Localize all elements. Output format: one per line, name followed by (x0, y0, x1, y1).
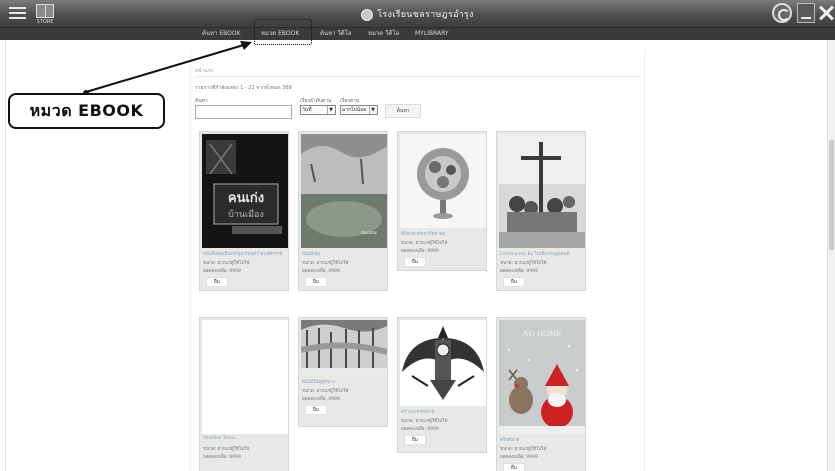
minimize-icon[interactable] (797, 3, 815, 23)
svg-text:ปัณณ์ณัฐ: ปัณณ์ณัฐ (361, 230, 377, 235)
borrow-button[interactable]: ยืม (305, 405, 327, 415)
borrow-button[interactable]: ยืม (305, 277, 327, 287)
nav-item-video-category[interactable]: หมวด วีดีโอ (368, 29, 399, 39)
search-input[interactable] (195, 105, 292, 119)
book-title[interactable]: ปัณณ์ณัฐ (302, 250, 320, 257)
book-title[interactable]: Mobilize Takes (203, 436, 235, 441)
sort-select[interactable]: วันที่ ▼ (300, 105, 336, 115)
order-select[interactable]: มากไปน้อย ▼ (340, 105, 378, 115)
book-card[interactable]: คนเก่ง บ้านเมือง หนังสือคนเมืองลำพูนเรีย… (199, 131, 289, 291)
book-stock: ยอดคงเหลือ: 9999 (302, 269, 340, 274)
cover-text: NO HOME (522, 330, 561, 338)
book-cover[interactable]: NO HOME (499, 320, 585, 434)
book-title[interactable]: Community By ไปเที่ยวกับลูกคนดี (500, 250, 570, 257)
book-cover[interactable]: คนเก่ง บ้านเมือง (202, 134, 288, 248)
title-bar: STORE โรงเรียนชลราษฎรอำรุง (0, 0, 835, 28)
divider (195, 76, 640, 77)
app-title-text: โรงเรียนชลราษฎรอำรุง (377, 10, 474, 20)
sort-select-value: วันที่ (302, 107, 312, 113)
book-card[interactable]: ปัณณ์ณัฐ ปัณณ์ณัฐ ขนาด: ยากแก่ผู้ใช้ไม่ใ… (298, 131, 388, 291)
book-stock: ยอดคงเหลือ: 9999 (401, 249, 439, 254)
search-button[interactable]: ค้นหา (385, 104, 421, 118)
svg-text:คนเก่ง: คนเก่ง (228, 191, 264, 206)
school-logo-icon (361, 8, 374, 21)
search-label: ค้นหา (195, 98, 208, 104)
result-summary: รายการที่กำลังแสดง 1 - 22 จากทั้งหมด 369 (195, 85, 292, 91)
book-stock: ยอดคงเหลือ: 9999 (203, 455, 241, 460)
book-title[interactable]: หนังสือคนเมืองลำพูนเรียนลำไยมหัศจรรย์ (203, 250, 282, 257)
book-stock: ยอดคงเหลือ: 9999 (500, 269, 538, 274)
book-size: ขนาด: ยากแก่ผู้ใช้ไม่ใช่ (500, 447, 547, 452)
app-title: โรงเรียนชลราษฎรอำรุง (0, 7, 835, 21)
order-select-value: มากไปน้อย (342, 107, 367, 113)
book-cover[interactable]: ปัณณ์ณัฐ (301, 134, 387, 248)
book-cover[interactable] (499, 134, 585, 248)
book-card[interactable]: ต้นไม้ในฤดูหนาว ขนาด: ยากแก่ผู้ใช้ไม่ใช่… (298, 317, 388, 427)
refresh-icon[interactable] (772, 3, 792, 23)
borrow-button[interactable]: ยืม (206, 277, 228, 287)
callout-label: หมวด EBOOK (8, 93, 165, 129)
book-size: ขนาด: ยากแก่ผู้ใช้ไม่ใช่ (302, 389, 349, 394)
book-size: ขนาด: ยากแก่ผู้ใช้ไม่ใช่ (302, 261, 349, 266)
book-stock: ยอดคงเหลือ: 9999 (302, 397, 340, 402)
scrollbar-thumb[interactable] (829, 140, 834, 250)
breadcrumb[interactable]: หน้าแรก (195, 67, 213, 75)
nav-item-mylibrary[interactable]: MYLIBRARY (415, 29, 449, 39)
book-title[interactable]: พิพิธภัณฑ์มหาวิทยาลัย (401, 230, 445, 237)
book-title[interactable]: ต้นไม้ในฤดูหนาว (302, 378, 335, 385)
book-size: ขนาด: ยากแก่ผู้ใช้ไม่ใช่ (203, 447, 250, 452)
borrow-button[interactable]: ยืม (404, 435, 426, 445)
close-icon[interactable] (818, 3, 835, 23)
book-card[interactable]: Mobilize Takes ขนาด: ยากแก่ผู้ใช้ไม่ใช่ … (199, 317, 289, 471)
order-label: เรียงตาม (340, 98, 360, 104)
vertical-scrollbar[interactable] (827, 40, 835, 471)
book-cover[interactable] (400, 134, 486, 228)
book-size: ขนาด: ยากแก่ผู้ใช้ไม่ใช่ (401, 419, 448, 424)
book-stock: ยอดคงเหลือ: 9999 (401, 427, 439, 432)
book-stock: ยอดคงเหลือ: 9999 (203, 269, 241, 274)
book-card[interactable]: NO HOME คริสต์มาส ขนาด: ยากแก่ผู้ใช้ไม่ใ… (496, 317, 586, 471)
nav-bar: ค้นหา EBOOK หมวด EBOOK ค้นหา วีดีโอ หมวด… (0, 28, 835, 40)
chevron-down-icon: ▼ (369, 106, 376, 114)
borrow-button[interactable]: ยืม (503, 463, 525, 471)
book-title[interactable]: ตราพระครุฑพ่าห์ (401, 408, 434, 415)
nav-highlight-box (254, 19, 312, 45)
book-card[interactable]: Community By ไปเที่ยวกับลูกคนดี ขนาด: ยา… (496, 131, 586, 291)
book-cover[interactable] (202, 320, 288, 434)
borrow-button[interactable]: ยืม (503, 277, 525, 287)
book-stock: ยอดคงเหลือ: 9999 (500, 455, 538, 460)
book-title[interactable]: คริสต์มาส (500, 436, 519, 443)
book-size: ขนาด: ยากแก่ผู้ใช้ไม่ใช่ (500, 261, 547, 266)
book-card[interactable]: พิพิธภัณฑ์มหาวิทยาลัย ขนาด: ยากแก่ผู้ใช้… (397, 131, 487, 271)
chevron-down-icon: ▼ (327, 106, 334, 114)
book-cover[interactable] (400, 320, 486, 406)
book-card[interactable]: ตราพระครุฑพ่าห์ ขนาด: ยากแก่ผู้ใช้ไม่ใช่… (397, 317, 487, 453)
nav-item-search-ebook[interactable]: ค้นหา EBOOK (202, 29, 241, 39)
nav-item-search-video[interactable]: ค้นหา วีดีโอ (320, 29, 351, 39)
book-size: ขนาด: ยากแก่ผู้ใช้ไม่ใช่ (203, 261, 250, 266)
book-cover[interactable] (301, 320, 387, 376)
book-size: ขนาด: ยากแก่ผู้ใช้ไม่ใช่ (401, 241, 448, 246)
sort-label: เรียงลำดับตาม (300, 98, 332, 104)
borrow-button[interactable]: ยืม (404, 257, 426, 267)
svg-text:บ้านเมือง: บ้านเมือง (228, 209, 264, 220)
